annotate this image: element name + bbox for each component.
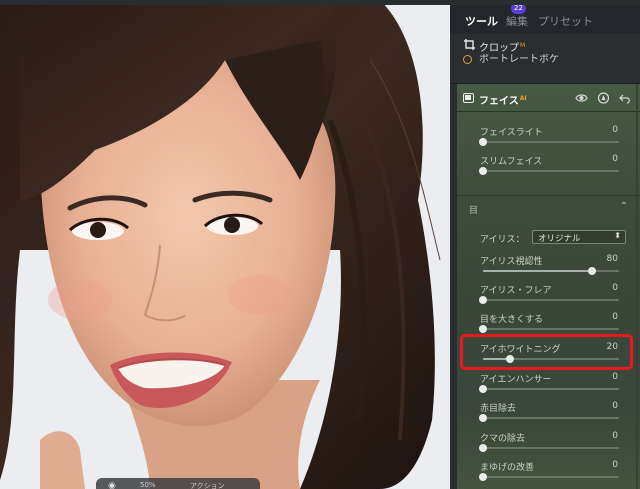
eyes-section-header[interactable]: 目 ⌃	[457, 195, 640, 219]
slider-red-eye-removal[interactable]: 赤目除去 0	[457, 401, 640, 431]
tools-panel: ツール 編集 22 プリセット クロップM ポートレートボケ フェイスAI フェ…	[450, 0, 640, 489]
slider-track[interactable]	[479, 444, 619, 452]
slider-thumb[interactable]	[479, 473, 487, 481]
panel-separator	[450, 64, 640, 84]
pen-icon[interactable]	[597, 92, 610, 104]
panel-scrollbar[interactable]	[636, 84, 638, 489]
slider-label: フェイスライト	[480, 128, 543, 138]
slider-thumb[interactable]	[479, 296, 487, 304]
iris-select[interactable]: オリジナル ⬍	[532, 230, 626, 244]
slider-track[interactable]	[479, 138, 619, 146]
slider-label: クマの除去	[480, 434, 526, 444]
slider-track[interactable]	[479, 167, 619, 175]
face-tool-icon	[463, 93, 474, 103]
slider-value[interactable]: 0	[612, 460, 618, 470]
slider-iris-flare[interactable]: アイリス・フレア 0	[457, 283, 640, 313]
crop-label: クロップ	[479, 43, 519, 54]
slider-eyebrow-improve[interactable]: まゆげの改善 0	[457, 460, 640, 489]
slider-face-light[interactable]: フェイスライト 0	[457, 125, 640, 155]
slider-label: アイリス・フレア	[480, 286, 552, 296]
portrait-bokeh-tool[interactable]: ポートレートボケ	[450, 54, 640, 64]
tab-edit[interactable]: 編集	[506, 13, 528, 29]
slider-thumb[interactable]	[479, 444, 487, 452]
slider-label: アイリス視認性	[480, 257, 543, 267]
crop-icon	[464, 39, 475, 50]
slider-dark-circle-removal[interactable]: クマの除去 0	[457, 431, 640, 461]
slider-track[interactable]	[479, 385, 619, 393]
highlight-box	[460, 334, 633, 370]
iris-row: アイリス： オリジナル ⬍	[457, 229, 640, 247]
slider-track[interactable]	[479, 325, 619, 333]
slider-track[interactable]	[479, 473, 619, 481]
slider-label: スリムフェイス	[480, 157, 543, 167]
eye-icon[interactable]: ◉	[108, 481, 116, 489]
slider-thumb[interactable]	[587, 267, 596, 275]
crop-badge: M	[520, 41, 526, 49]
slider-thumb[interactable]	[479, 138, 487, 146]
tab-presets[interactable]: プリセット	[538, 13, 593, 29]
portrait-photo	[0, 0, 450, 489]
slider-value[interactable]: 0	[612, 283, 618, 293]
select-arrows-icon: ⬍	[614, 231, 621, 240]
face-section: フェイスAI フェイスライト 0 スリムフェイス 0 目 ⌃ アイリス： オリジ…	[457, 84, 640, 489]
portrait-icon	[463, 55, 472, 64]
slider-value[interactable]: 0	[612, 372, 618, 382]
slider-thumb[interactable]	[479, 167, 487, 175]
action-button[interactable]: アクション	[190, 481, 225, 489]
slider-label: アイエンハンサー	[480, 375, 552, 385]
slider-track[interactable]	[479, 296, 619, 304]
iris-selected-value: オリジナル	[538, 234, 581, 244]
face-title: フェイス	[479, 96, 519, 107]
slider-value[interactable]: 0	[612, 125, 618, 135]
zoom-level[interactable]: 50%	[140, 481, 156, 489]
slider-label: 目を大きくする	[480, 315, 544, 325]
slider-label: 赤目除去	[480, 404, 517, 414]
slider-thumb[interactable]	[479, 414, 487, 422]
app-window: ◉ 50% アクション ツール 編集 22 プリセット クロップM ポートレート…	[0, 0, 640, 489]
slider-track[interactable]	[483, 267, 619, 275]
slider-thumb[interactable]	[479, 325, 487, 333]
panel-tabs: ツール 編集 22 プリセット	[450, 0, 640, 34]
slider-value[interactable]: 0	[612, 154, 618, 164]
slider-track[interactable]	[479, 414, 619, 422]
slider-value[interactable]: 0	[612, 431, 618, 441]
face-ai-badge: AI	[519, 94, 527, 102]
slider-value[interactable]: 80	[607, 254, 618, 264]
slider-value[interactable]: 0	[612, 401, 618, 411]
slider-label: まゆげの改善	[480, 463, 535, 473]
slider-value[interactable]: 0	[612, 312, 618, 322]
tab-tools[interactable]: ツール	[465, 13, 498, 29]
window-top-edge	[0, 0, 640, 5]
face-header[interactable]: フェイスAI	[457, 84, 640, 112]
photo-canvas[interactable]: ◉ 50% アクション	[0, 0, 450, 489]
crop-tool[interactable]: クロップM	[450, 34, 640, 56]
eye-icon[interactable]	[575, 92, 588, 104]
slider-iris-visibility[interactable]: アイリス視認性 80	[457, 254, 640, 284]
slider-thumb[interactable]	[479, 385, 487, 393]
iris-label: アイリス：	[480, 235, 525, 245]
eyes-section-title: 目	[469, 206, 479, 216]
chevron-up-icon[interactable]: ⌃	[620, 201, 628, 212]
slider-slim-face[interactable]: スリムフェイス 0	[457, 154, 640, 184]
undo-icon[interactable]	[619, 92, 632, 104]
canvas-bottom-toolbar: ◉ 50% アクション	[96, 478, 260, 489]
portrait-label: ポートレートボケ	[479, 54, 559, 64]
slider-eye-enhancer[interactable]: アイエンハンサー 0	[457, 372, 640, 402]
